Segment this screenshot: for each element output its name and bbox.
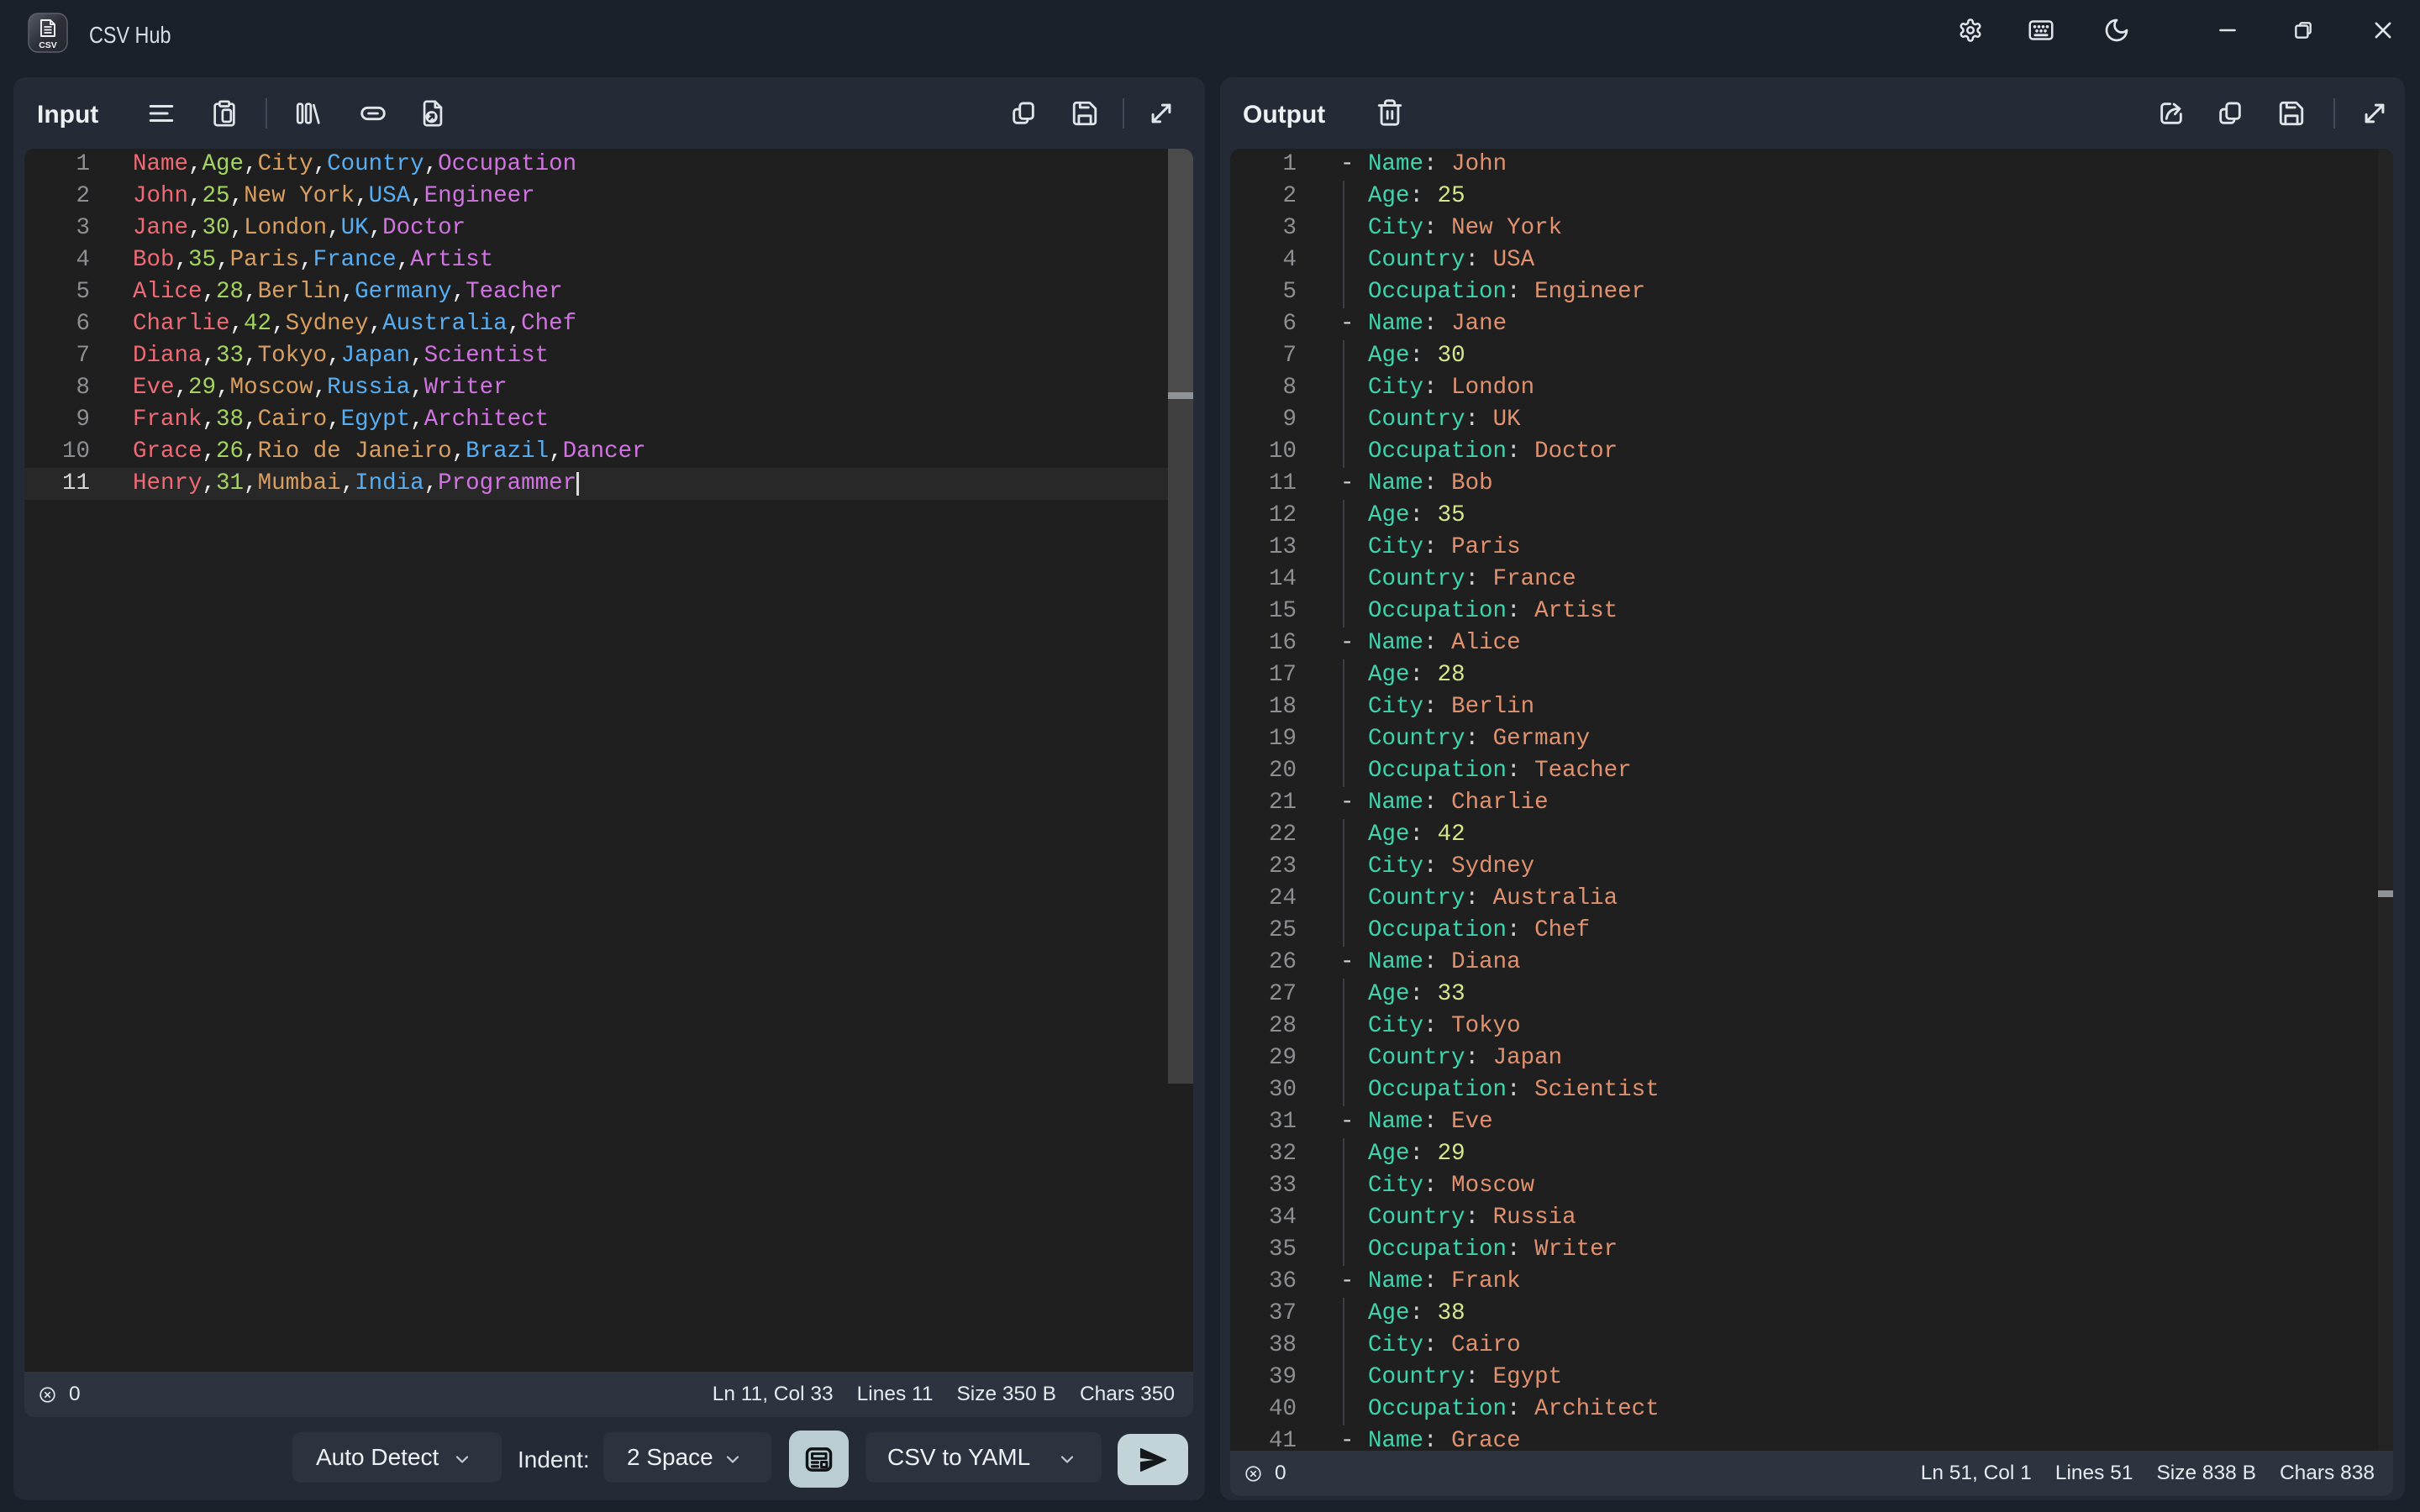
- svg-text:CSV: CSV: [39, 40, 57, 50]
